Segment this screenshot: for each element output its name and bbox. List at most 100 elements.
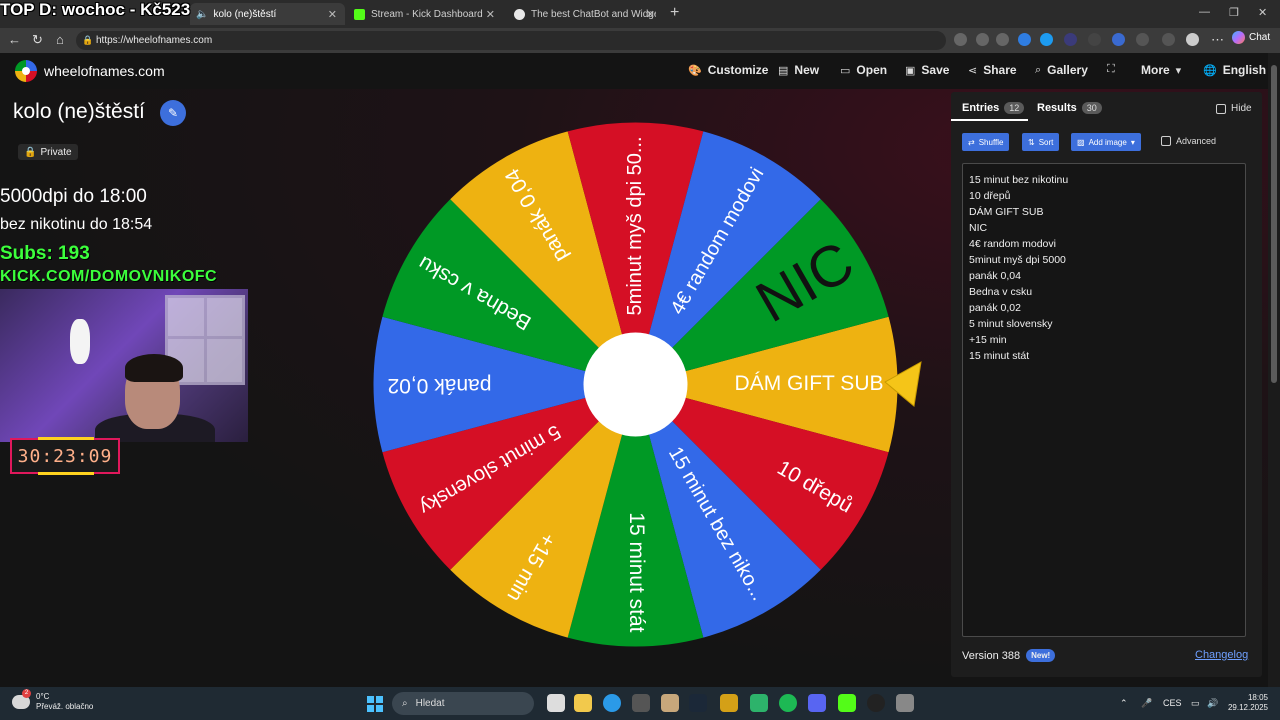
tab-kick-dashboard[interactable]: Stream - Kick Dashboard ✕	[348, 3, 503, 25]
entry-line: +15 min	[969, 334, 1007, 346]
copilot-chat-button[interactable]: Chat	[1232, 31, 1270, 44]
file-explorer-icon[interactable]	[574, 694, 592, 712]
reader-icon[interactable]	[976, 33, 989, 46]
private-badge[interactable]: 🔒 Private	[18, 144, 78, 160]
scrollbar-thumb[interactable]	[1271, 65, 1277, 383]
close-icon[interactable]: ✕	[328, 8, 337, 21]
microphone-icon[interactable]: 🎤	[1141, 698, 1152, 709]
address-bar: ← ↻ ⌂ 🔒 https://wheelofnames.com ⋯ Chat	[0, 28, 1280, 53]
weather-widget[interactable]: 0°C Převáž. oblačno	[12, 689, 93, 712]
edit-title-button[interactable]: ✎	[160, 100, 186, 126]
extension-icon[interactable]	[1018, 33, 1031, 46]
collections-icon[interactable]	[1162, 33, 1175, 46]
changelog-link[interactable]: Changelog	[1195, 649, 1248, 661]
lock-icon: 🔒	[24, 146, 37, 158]
fullscreen-button[interactable]: ⛶	[1107, 63, 1115, 76]
entry-line: Bedna v csku	[969, 286, 1033, 298]
overlay-nicotine-text: bez nikotinu do 18:54	[0, 216, 153, 233]
save-label: Save	[921, 63, 950, 77]
new-tab-button[interactable]: +	[670, 4, 679, 22]
network-icon[interactable]: ▭	[1191, 698, 1200, 709]
more-options-icon[interactable]: ⋯	[1211, 32, 1224, 48]
sort-label: Sort	[1038, 137, 1054, 147]
extensions-puzzle-icon[interactable]	[1136, 33, 1149, 46]
profile-avatar[interactable]	[1186, 33, 1199, 46]
advanced-checkbox[interactable]	[1161, 136, 1171, 146]
close-window-icon[interactable]: ✕	[1258, 6, 1267, 19]
extension-icon[interactable]	[1112, 33, 1125, 46]
results-tab-label: Results	[1037, 102, 1077, 114]
extension-icon[interactable]	[1088, 33, 1101, 46]
page-scrollbar[interactable]	[1268, 53, 1280, 687]
open-label: Open	[856, 63, 888, 77]
hide-toggle[interactable]: Hide	[1216, 103, 1252, 114]
advanced-toggle[interactable]: Advanced	[1161, 136, 1216, 146]
gallery-button[interactable]: ⌕ Gallery	[1035, 63, 1088, 77]
close-icon[interactable]: ✕	[486, 8, 495, 21]
tab-label: Stream - Kick Dashboard	[371, 8, 483, 20]
favorite-icon[interactable]	[996, 33, 1009, 46]
taskbar-search[interactable]: ⌕ Hledat	[392, 692, 534, 715]
restore-icon[interactable]: ❐	[1229, 6, 1239, 19]
app-icon[interactable]	[661, 694, 679, 712]
wheel-svg[interactable]: DÁM GIFT SUB10 dřepů15 minut bez niko...…	[373, 122, 922, 647]
task-view-icon[interactable]	[547, 694, 565, 712]
add-image-button[interactable]: ▨ Add image ▾	[1071, 133, 1141, 151]
clock[interactable]: 18:05 29.12.2025	[1226, 693, 1268, 713]
new-button[interactable]: ▤ New	[778, 63, 819, 77]
overlay-kick-url: KICK.COM/DOMOVNIKOFC	[0, 268, 218, 285]
volume-icon[interactable]: 🔊	[1207, 698, 1218, 709]
sort-icon: ⇅	[1028, 137, 1035, 147]
spotify-icon[interactable]	[779, 694, 797, 712]
extension-icon[interactable]	[1040, 33, 1053, 46]
calculator-icon[interactable]	[896, 694, 914, 712]
tray-chevron-icon[interactable]: ⌃	[1120, 698, 1128, 709]
input-language[interactable]: CES	[1163, 698, 1182, 708]
tab-chatbot[interactable]: The best ChatBot and Widgets for ✕	[508, 3, 663, 25]
obs-icon[interactable]	[867, 694, 885, 712]
kick-icon[interactable]	[838, 694, 856, 712]
edge-icon[interactable]	[603, 694, 621, 712]
wheel-center[interactable]	[583, 332, 688, 437]
tab-wheel[interactable]: 🔈 kolo (ne)štěstí ✕	[190, 3, 345, 25]
cloud-icon	[12, 689, 31, 709]
entries-textarea[interactable]: 15 minut bez nikotinu 10 dřepů DÁM GIFT SU…	[962, 163, 1246, 637]
discord-icon[interactable]	[808, 694, 826, 712]
more-menu-button[interactable]: More ▾	[1141, 63, 1181, 77]
app-icon[interactable]	[720, 694, 738, 712]
results-count-badge: 30	[1081, 102, 1102, 114]
open-button[interactable]: ▭ Open	[840, 63, 887, 77]
start-button[interactable]	[367, 696, 383, 712]
site-logo-icon[interactable]	[15, 60, 37, 82]
home-icon[interactable]: ⌂	[56, 32, 64, 47]
tab-entries[interactable]: Entries 12	[962, 102, 1025, 114]
hide-checkbox[interactable]	[1216, 103, 1226, 114]
image-icon: ▨	[1077, 137, 1085, 147]
browser-tab-bar: 🔈 kolo (ne)štěstí ✕ Stream - Kick Dashbo…	[0, 0, 1280, 28]
globe-icon: 🌐	[1203, 64, 1217, 77]
chatbot-icon	[514, 8, 525, 20]
extension-icon[interactable]	[1064, 33, 1077, 46]
tab-results[interactable]: Results 30	[1037, 102, 1102, 114]
sort-button[interactable]: ⇅ Sort	[1022, 133, 1060, 151]
shuffle-button[interactable]: ⇄ Shuffle	[962, 133, 1010, 151]
save-button[interactable]: ▣ Save	[905, 63, 949, 77]
language-button[interactable]: 🌐 English	[1203, 63, 1266, 77]
minimize-icon[interactable]: —	[1199, 6, 1210, 18]
steam-icon[interactable]	[689, 694, 707, 712]
url-field[interactable]: 🔒 https://wheelofnames.com	[76, 31, 946, 50]
back-icon[interactable]: ←	[8, 32, 21, 47]
temperature: 0°C	[36, 692, 50, 701]
site-name[interactable]: wheelofnames.com	[44, 63, 165, 79]
translate-icon[interactable]	[954, 33, 967, 46]
customize-button[interactable]: 🎨 Customize	[688, 63, 768, 77]
store-icon[interactable]	[632, 694, 650, 712]
url-text: https://wheelofnames.com	[96, 35, 213, 46]
close-icon[interactable]: ✕	[646, 8, 655, 21]
share-button[interactable]: ⋖ Share	[968, 63, 1017, 77]
app-icon[interactable]	[750, 694, 768, 712]
windows-taskbar: 0°C Převáž. oblačno ⌕ Hledat ⌃ 🎤 CES ▭ 🔊…	[0, 687, 1280, 720]
reload-icon[interactable]: ↻	[32, 32, 43, 48]
wheel-of-names[interactable]: DÁM GIFT SUB 10 dřepů 15 minut bez niko...…	[373, 122, 922, 647]
palette-icon: 🎨	[688, 64, 702, 77]
